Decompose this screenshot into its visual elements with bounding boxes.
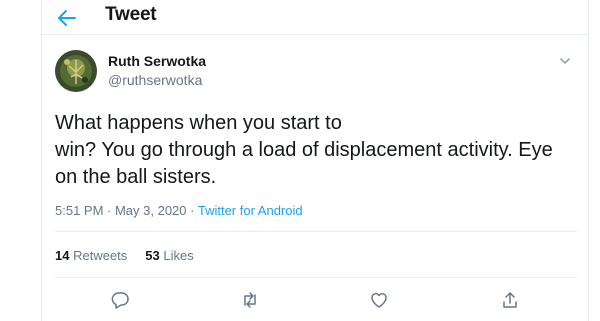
like-icon[interactable] <box>369 290 389 310</box>
tweet-stats: 14 Retweets 53 Likes <box>55 248 194 263</box>
author-handle[interactable]: @ruthserwotka <box>108 72 202 88</box>
chevron-down-icon[interactable] <box>558 54 572 68</box>
back-arrow-icon[interactable] <box>55 6 79 30</box>
tweet-timestamp[interactable]: 5:51 PM · May 3, 2020 · <box>55 203 198 218</box>
divider <box>55 277 577 278</box>
reply-icon[interactable] <box>110 290 130 310</box>
tweet-detail-column: Tweet Ruth Serwotka @ruthserwotka What h… <box>41 0 589 321</box>
retweets-label: Retweets <box>73 248 128 263</box>
tweet-text-line: win? You go through a load of displaceme… <box>55 139 553 161</box>
page-title: Tweet <box>105 4 157 25</box>
tweet-text-line: on the ball sisters. <box>55 166 217 188</box>
tweet-source-link[interactable]: Twitter for Android <box>198 203 303 218</box>
tweet-meta: 5:51 PM · May 3, 2020 · Twitter for Andr… <box>55 203 303 218</box>
retweets-stat[interactable]: 14 Retweets <box>55 248 127 263</box>
likes-stat[interactable]: 53 Likes <box>145 248 193 263</box>
share-icon[interactable] <box>500 290 520 310</box>
likes-label: Likes <box>163 248 194 263</box>
author-name[interactable]: Ruth Serwotka <box>108 53 206 69</box>
divider <box>55 231 577 232</box>
page-header: Tweet <box>42 0 588 35</box>
tweet-text: What happens when you start to win? You … <box>55 110 575 191</box>
retweets-count: 14 <box>55 248 70 263</box>
retweet-icon[interactable] <box>240 290 260 310</box>
likes-count: 53 <box>145 248 160 263</box>
tweet-text-line: What happens when you start to <box>55 112 342 134</box>
avatar[interactable] <box>55 50 97 92</box>
